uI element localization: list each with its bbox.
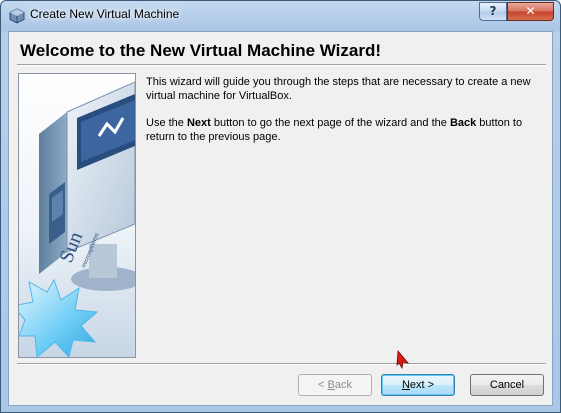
help-icon: ? [489, 4, 497, 18]
nav-text-next: Next [186, 117, 211, 129]
back-button-mnemonic: B [327, 379, 335, 391]
close-icon: ✕ [525, 4, 536, 18]
intro-paragraph: This wizard will guide you through the s… [146, 76, 531, 102]
next-button-mnemonic: N [401, 379, 410, 391]
virtualbox-icon [9, 8, 25, 24]
mouse-pointer-icon [396, 350, 410, 370]
page-title: Welcome to the New Virtual Machine Wizar… [20, 41, 382, 60]
wizard-page: Welcome to the New Virtual Machine Wizar… [8, 31, 553, 406]
back-button-label: ack [334, 379, 352, 391]
nav-text-2: button to go the next page of the wizard… [210, 117, 450, 129]
navigation-paragraph: Use the Next button to go the next page … [146, 116, 538, 144]
footer-divider [17, 363, 546, 365]
wizard-side-image: Sun microsystems [18, 73, 136, 358]
wizard-window: Create New Virtual Machine ? ✕ Welcome t… [0, 0, 561, 413]
header-divider [17, 64, 546, 66]
cancel-button[interactable]: Cancel [470, 374, 544, 396]
nav-text-1: Use the [146, 117, 187, 129]
back-button[interactable]: < Back [298, 374, 372, 396]
wizard-description: This wizard will guide you through the s… [146, 75, 538, 157]
back-button-prefix: < [318, 379, 328, 391]
cancel-button-label: Cancel [489, 379, 525, 391]
virtualbox-monitor-illustration: Sun microsystems [19, 74, 135, 357]
help-button[interactable]: ? [479, 2, 507, 21]
title-bar[interactable]: Create New Virtual Machine ? ✕ [1, 1, 560, 31]
next-button-label: ext > [409, 379, 435, 391]
close-button[interactable]: ✕ [507, 2, 554, 21]
nav-text-back: Back [449, 117, 477, 129]
next-button[interactable]: Next > [381, 374, 455, 396]
window-title: Create New Virtual Machine [30, 7, 180, 21]
